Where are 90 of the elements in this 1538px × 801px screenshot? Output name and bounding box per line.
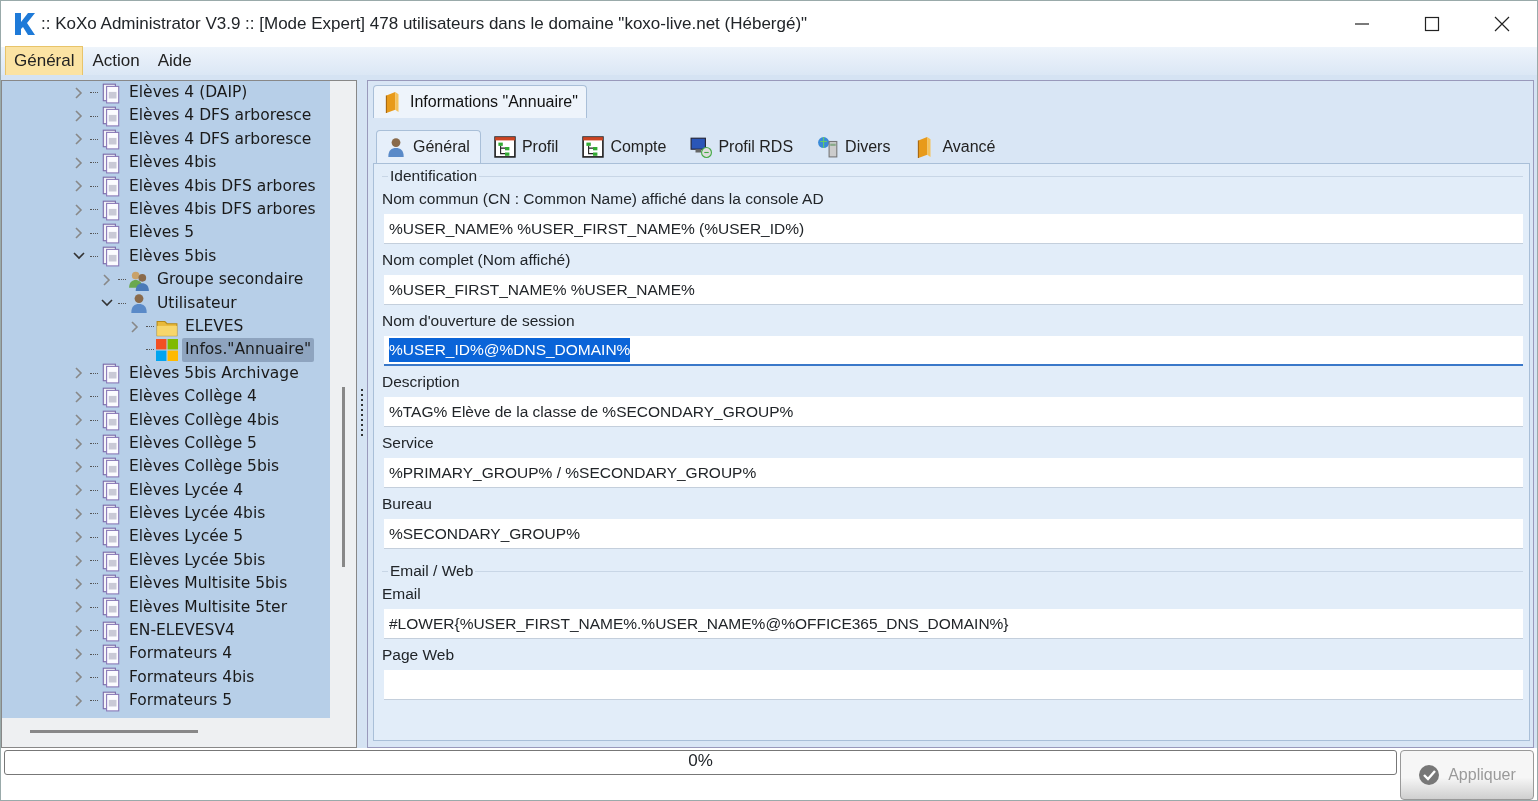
tree-item[interactable]: Elèves 4bis DFS arbores xyxy=(126,198,319,222)
document-icon xyxy=(100,549,122,572)
tree-item[interactable]: Formateurs 4 xyxy=(126,642,236,666)
field-label: Nom commun (CN : Common Name) affiché dans la console AD xyxy=(382,189,825,209)
input-field[interactable]: %TAG% Elève de la classe de %SECONDARY_GROUP% xyxy=(384,397,1523,427)
person-icon xyxy=(385,136,407,158)
tree-item[interactable]: EN-ELEVESV4 xyxy=(126,619,238,643)
tree-item[interactable]: Elèves 4 DFS arboresce xyxy=(126,127,315,152)
tree-item[interactable]: Elèves 4 (DAIP) xyxy=(126,81,251,105)
field-label: Description xyxy=(382,372,461,392)
field-label: Service xyxy=(382,433,435,453)
field-label: Nom d'ouverture de session xyxy=(382,311,576,331)
document-icon xyxy=(100,619,122,642)
input-field[interactable]: %USER_FIRST_NAME% %USER_NAME% xyxy=(384,275,1523,305)
field-label: Nom complet (Nom affiché) xyxy=(382,250,572,270)
tab[interactable]: Profil RDS xyxy=(681,130,805,163)
tree-item[interactable]: Elèves Multisite 5bis xyxy=(126,572,291,596)
document-icon xyxy=(100,105,122,128)
document-icon xyxy=(100,81,122,104)
person-icon xyxy=(128,292,150,315)
tree-item[interactable]: Formateurs 4bis xyxy=(126,665,258,690)
input-field[interactable]: %PRIMARY_GROUP% / %SECONDARY_GROUP% xyxy=(384,458,1523,488)
four-squares-icon xyxy=(156,339,178,361)
hierarchy-icon xyxy=(493,136,516,158)
tree-item[interactable]: Elèves 5 xyxy=(126,221,198,245)
document-icon xyxy=(100,385,122,408)
tree-item[interactable]: Formateurs 5 xyxy=(126,689,236,713)
document-icon xyxy=(100,362,122,385)
progress-text: 0% xyxy=(687,751,714,771)
tree-item[interactable]: Elèves Lycée 4bis xyxy=(126,502,269,526)
tree-item[interactable]: Elèves Collège 4 xyxy=(126,385,260,409)
vertical-scrollbar[interactable] xyxy=(342,387,345,567)
tab[interactable]: Profil xyxy=(484,130,570,163)
document-icon xyxy=(100,666,122,689)
document-icon xyxy=(100,432,122,455)
document-icon xyxy=(100,479,122,502)
input-field[interactable]: %USER_NAME% %USER_FIRST_NAME% (%USER_ID%) xyxy=(384,214,1523,244)
tree-item[interactable]: Elèves 4 DFS arboresce xyxy=(126,104,315,128)
tree-item[interactable]: Elèves 4bis DFS arbores xyxy=(126,174,319,198)
tree-item[interactable]: Elèves 5bis Archivage xyxy=(126,361,302,385)
tree-item[interactable]: Elèves 5bis xyxy=(126,244,220,269)
document-icon xyxy=(100,222,122,245)
tree-item[interactable]: Utilisateur xyxy=(154,291,240,315)
menu-item[interactable]: Action xyxy=(83,46,149,76)
field-label: Page Web xyxy=(382,645,456,665)
document-icon xyxy=(100,198,122,221)
document-icon xyxy=(100,175,122,198)
window-title: :: KoXo Administrator V3.9 :: [Mode Expert] 478 utilisateurs dans le domaine "koxo-live.net (Hébergé)" xyxy=(41,13,809,36)
menu-item[interactable]: Aide xyxy=(148,46,201,76)
menu-item[interactable]: Général xyxy=(5,46,84,76)
field-label: Bureau xyxy=(382,494,433,514)
tab[interactable]: Avancé xyxy=(905,130,1007,163)
monitor-icon xyxy=(690,136,713,158)
hierarchy-icon xyxy=(582,136,605,158)
document-icon xyxy=(100,526,122,549)
document-icon xyxy=(100,643,122,666)
document-icon xyxy=(100,245,122,268)
tab[interactable]: Général xyxy=(376,130,481,163)
tree-item[interactable]: Groupe secondaire xyxy=(154,268,307,292)
app-logo xyxy=(13,12,35,36)
document-icon xyxy=(100,502,122,525)
tree-item[interactable]: Elèves Collège 5bis xyxy=(126,455,283,479)
document-icon xyxy=(100,151,122,174)
splitter-grip[interactable] xyxy=(360,389,364,439)
tree-item[interactable]: Elèves Collège 4bis xyxy=(126,408,283,432)
tree-item[interactable]: Elèves Multisite 5ter xyxy=(126,595,290,619)
document-icon xyxy=(100,572,122,595)
document-icon xyxy=(100,596,122,619)
tree-item[interactable]: Elèves Lycée 4 xyxy=(126,478,247,502)
tree-item[interactable]: Elèves Lycée 5bis xyxy=(126,548,269,573)
tab[interactable]: Divers xyxy=(808,130,902,163)
tree-item[interactable]: Elèves Collège 5 xyxy=(126,431,260,456)
document-icon xyxy=(100,128,122,151)
tab[interactable]: Compte xyxy=(573,130,678,163)
document-icon xyxy=(100,689,122,712)
tree-item[interactable]: Infos."Annuaire" xyxy=(182,338,315,362)
tab[interactable]: Informations "Annuaire" xyxy=(373,85,587,118)
globe-computer-icon xyxy=(817,136,840,158)
tree-item[interactable]: Elèves 4bis xyxy=(126,151,220,175)
checkmark-icon xyxy=(1418,764,1441,786)
tree-item[interactable]: ELEVES xyxy=(182,314,247,339)
document-icon xyxy=(100,409,122,432)
input-field[interactable]: #LOWER{%USER_FIRST_NAME%.%USER_NAME%@%OFFICE365_DNS_DOMAIN%} xyxy=(384,609,1523,639)
input-field[interactable] xyxy=(384,670,1523,700)
tree-item[interactable]: Elèves Lycée 5 xyxy=(126,525,247,549)
field-label: Email xyxy=(382,584,422,604)
horizontal-scrollbar[interactable] xyxy=(30,730,198,733)
document-icon xyxy=(100,455,122,478)
input-field[interactable]: %USER_ID%@%DNS_DOMAIN% xyxy=(384,336,1523,366)
input-field[interactable]: %SECONDARY_GROUP% xyxy=(384,519,1523,549)
